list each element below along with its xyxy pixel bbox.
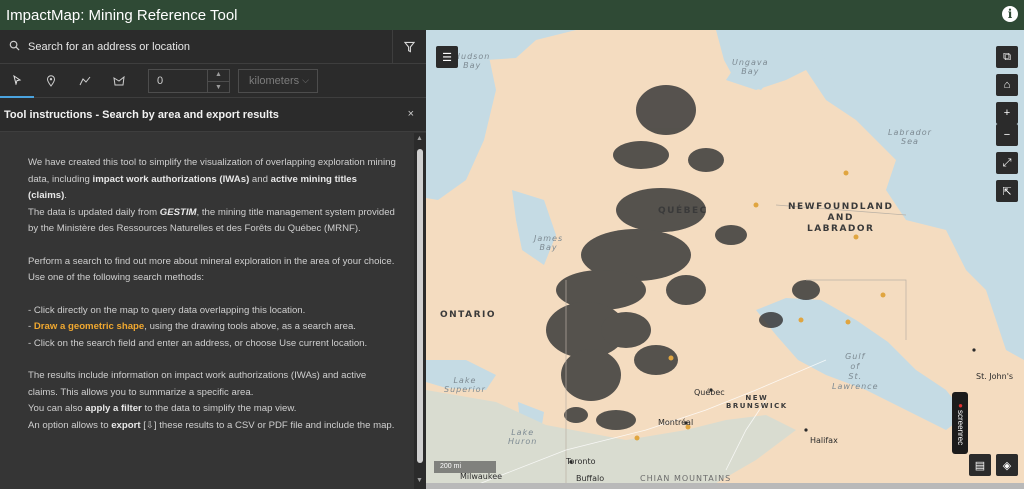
attribution-bar <box>426 483 1024 489</box>
record-dot-icon: ● <box>956 400 965 410</box>
buffer-distance-value[interactable]: 0 <box>149 75 207 87</box>
scroll-up-icon[interactable]: ▲ <box>416 135 423 142</box>
filter-icon <box>404 41 415 52</box>
buffer-distance-input[interactable]: 0 ▲ ▼ <box>148 69 230 93</box>
zoom-out-button[interactable]: − <box>996 124 1018 146</box>
info-icon[interactable]: i <box>1002 6 1018 22</box>
polyline-icon <box>79 76 91 85</box>
plus-icon: + <box>1003 107 1011 119</box>
map-label-lake-huron: Lake Huron <box>508 428 538 446</box>
pointer-tool[interactable] <box>0 64 34 98</box>
app-root: ImpactMap: Mining Reference Tool i Searc… <box>0 0 1024 489</box>
instructions-paragraph: You can also apply a filter to the data … <box>28 403 297 414</box>
instructions-paragraph: We have created this tool to simplify th… <box>28 157 396 201</box>
scale-bar: 200 mi <box>434 461 496 473</box>
drawing-toolbar: 0 ▲ ▼ kilometers ⌵ <box>0 64 426 98</box>
map-label-quebec-city: Québec <box>694 388 725 397</box>
screenrec-watermark: ●screenrec <box>952 392 968 454</box>
share-button[interactable]: ⇱ <box>996 180 1018 202</box>
instructions-paragraph: The results include information on impac… <box>28 370 367 398</box>
polygon-tool[interactable] <box>102 64 136 98</box>
pointer-icon <box>13 74 22 85</box>
polygon-icon <box>113 75 125 85</box>
stepper-up-icon[interactable]: ▲ <box>208 69 229 82</box>
left-panel: 0 ▲ ▼ kilometers ⌵ Tool instructions - S… <box>0 29 426 489</box>
app-header: ImpactMap: Mining Reference Tool i <box>0 0 1024 30</box>
instructions-scrollbar[interactable]: ▲ ▼ <box>414 133 426 489</box>
map-label-st-johns: St. John's <box>976 372 1014 381</box>
map-label-newfoundland: NEWFOUNDLAND AND LABRADOR <box>788 202 894 234</box>
map-label-gulf: Gulf of St. Lawrence <box>832 352 879 391</box>
scroll-down-icon[interactable]: ▼ <box>416 477 423 484</box>
map-label-james-bay: James Bay <box>534 234 564 252</box>
instructions-paragraph: The data is updated daily from GESTIM, t… <box>28 206 395 235</box>
map-label-montreal: Montréal <box>658 418 694 427</box>
map-label-labrador-sea: Labrador Sea <box>888 128 932 146</box>
pin-icon <box>46 74 56 87</box>
basemap-button[interactable]: ⧉ <box>996 46 1018 68</box>
map-label-ontario: ONTARIO <box>440 310 497 320</box>
search-method-item: - Click directly on the map to query dat… <box>28 304 306 316</box>
instructions-header: Tool instructions - Search by area and e… <box>0 98 426 132</box>
map-label-milwaukee: Milwaukee <box>460 472 503 481</box>
zoom-in-button[interactable]: + <box>996 102 1018 124</box>
map-label-lake-superior: Lake Superior <box>444 376 486 394</box>
map-label-halifax: Halifax <box>810 436 838 445</box>
basemap-icon: ⧉ <box>1003 50 1011 63</box>
list-icon: ☰ <box>442 51 452 64</box>
point-tool[interactable] <box>34 64 68 98</box>
layer-list-button[interactable]: ☰ <box>436 46 458 68</box>
layers-button[interactable]: ◈ <box>996 454 1018 476</box>
basemap <box>426 30 1024 489</box>
map-label-ungava-bay: Ungava Bay <box>732 58 769 76</box>
legend-button[interactable]: ▤ <box>969 454 991 476</box>
app-title: ImpactMap: Mining Reference Tool <box>6 6 238 24</box>
search-method-item: - Draw a geometric shape, using the draw… <box>28 321 356 332</box>
polyline-tool[interactable] <box>68 64 102 98</box>
unit-select[interactable]: kilometers ⌵ <box>238 69 318 93</box>
stepper: ▲ ▼ <box>207 69 229 93</box>
minus-icon: − <box>1003 129 1011 141</box>
export-icon: ⇩ <box>145 419 154 431</box>
search-method-item: - Click on the search field and enter an… <box>28 337 368 349</box>
unit-select-value: kilometers <box>249 75 300 87</box>
map-label-buffalo: Buffalo <box>576 474 605 483</box>
home-icon: ⌂ <box>1003 79 1011 91</box>
instructions-paragraph: Use one of the following search methods: <box>28 272 204 283</box>
instructions-paragraph: Perform a search to find out more about … <box>28 255 395 267</box>
expand-icon: ⤢ <box>1002 156 1012 169</box>
map-label-new-brunswick: NEW BRUNSWICK <box>726 394 788 410</box>
map-label-hudson-bay: Hudson Bay <box>454 52 491 70</box>
search-bar <box>0 29 426 64</box>
chevron-down-icon: ⌵ <box>302 75 309 85</box>
close-icon[interactable]: × <box>408 108 414 120</box>
legend-icon: ▤ <box>974 459 986 472</box>
search-icon <box>0 39 28 54</box>
home-button[interactable]: ⌂ <box>996 74 1018 96</box>
search-input[interactable] <box>28 40 392 53</box>
scrollbar-thumb[interactable] <box>417 149 423 463</box>
map-label-quebec: QUÉBEC <box>658 206 708 216</box>
filter-button[interactable] <box>392 29 426 64</box>
map-label-appalachian: CHIAN MOUNTAINS <box>640 474 732 483</box>
instructions-paragraph: An option allows to export [⇩] these res… <box>28 419 395 431</box>
share-icon: ⇱ <box>1002 185 1012 198</box>
stepper-down-icon[interactable]: ▼ <box>208 82 229 94</box>
layers-icon: ◈ <box>1002 459 1012 472</box>
map-label-toronto: Toronto <box>566 457 596 466</box>
map-view[interactable]: Hudson Bay Ungava Bay Labrador Sea James… <box>426 30 1024 489</box>
instructions-body: We have created this tool to simplify th… <box>0 133 414 489</box>
fullscreen-button[interactable]: ⤢ <box>996 152 1018 174</box>
instructions-title: Tool instructions - Search by area and e… <box>4 108 279 121</box>
